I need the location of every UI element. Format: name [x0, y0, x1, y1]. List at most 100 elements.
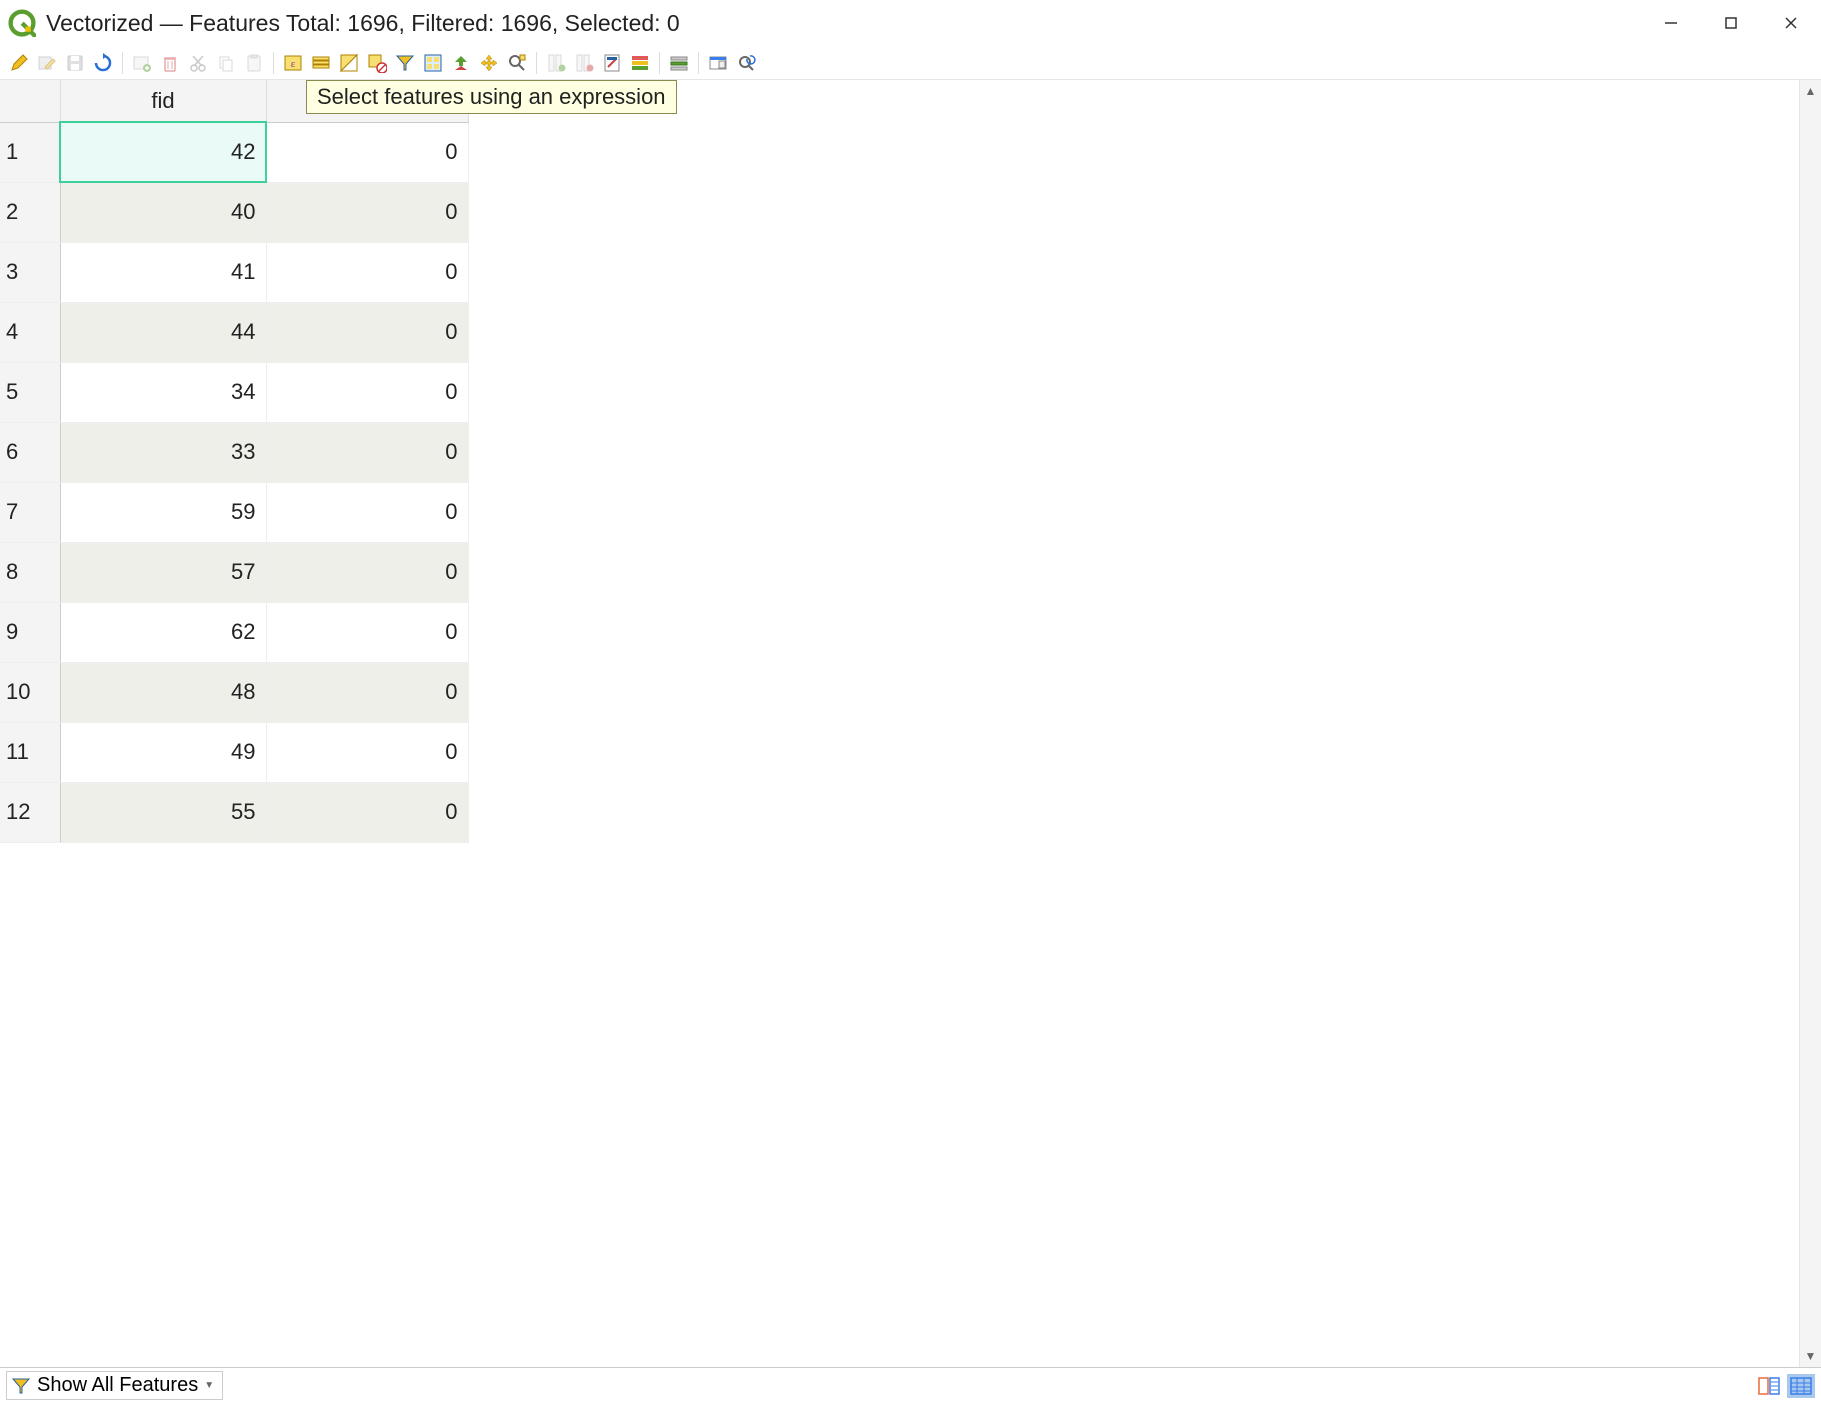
cell-dn[interactable]: 0 — [266, 542, 468, 602]
qgis-icon — [8, 9, 36, 37]
row-number-cell[interactable]: 12 — [0, 782, 60, 842]
cell-dn[interactable]: 0 — [266, 182, 468, 242]
cell-dn[interactable]: 0 — [266, 302, 468, 362]
maximize-button[interactable] — [1701, 0, 1761, 46]
save-icon — [62, 50, 88, 76]
cell-fid[interactable]: 34 — [60, 362, 266, 422]
scroll-down-icon[interactable]: ▼ — [1802, 1347, 1820, 1365]
toolbar: ε — [0, 46, 1821, 80]
row-number-cell[interactable]: 2 — [0, 182, 60, 242]
toolbar-separator — [659, 52, 660, 74]
titlebar: Vectorized — Features Total: 1696, Filte… — [0, 0, 1821, 46]
minimize-button[interactable] — [1641, 0, 1701, 46]
toolbar-separator — [273, 52, 274, 74]
cell-fid[interactable]: 59 — [60, 482, 266, 542]
cell-dn[interactable]: 0 — [266, 422, 468, 482]
row-number-cell[interactable]: 1 — [0, 122, 60, 182]
cell-dn[interactable]: 0 — [266, 362, 468, 422]
table-row[interactable]: 6330 — [0, 422, 468, 482]
header-fid[interactable]: fid — [60, 80, 266, 122]
row-number-cell[interactable]: 6 — [0, 422, 60, 482]
cell-fid[interactable]: 41 — [60, 242, 266, 302]
reload-layer-icon[interactable] — [733, 50, 759, 76]
cell-fid[interactable]: 44 — [60, 302, 266, 362]
conditional-format-icon[interactable] — [627, 50, 653, 76]
funnel-icon — [11, 1376, 31, 1396]
dock-icon[interactable] — [705, 50, 731, 76]
cell-dn[interactable]: 0 — [266, 662, 468, 722]
attribute-table[interactable]: fid DN 142024003410444053406330759085709… — [0, 80, 469, 843]
filter-icon[interactable] — [392, 50, 418, 76]
select-expression-icon[interactable]: ε — [280, 50, 306, 76]
toolbar-separator — [122, 52, 123, 74]
toolbar-separator — [698, 52, 699, 74]
cell-fid[interactable]: 57 — [60, 542, 266, 602]
vertical-scrollbar[interactable]: ▲ ▼ — [1799, 80, 1821, 1367]
cell-dn[interactable]: 0 — [266, 722, 468, 782]
pan-to-icon[interactable] — [476, 50, 502, 76]
row-number-cell[interactable]: 4 — [0, 302, 60, 362]
table-row[interactable]: 4440 — [0, 302, 468, 362]
table-row[interactable]: 7590 — [0, 482, 468, 542]
row-number-cell[interactable]: 8 — [0, 542, 60, 602]
cell-dn[interactable]: 0 — [266, 602, 468, 662]
paste-icon — [241, 50, 267, 76]
deselect-icon[interactable] — [364, 50, 390, 76]
header-rownum[interactable] — [0, 80, 60, 122]
table-row[interactable]: 12550 — [0, 782, 468, 842]
row-number-cell[interactable]: 11 — [0, 722, 60, 782]
statusbar: Show All Features ▼ — [0, 1367, 1821, 1403]
table-row[interactable]: 3410 — [0, 242, 468, 302]
table-row[interactable]: 5340 — [0, 362, 468, 422]
table-row[interactable]: 1420 — [0, 122, 468, 182]
delete-column-icon — [571, 50, 597, 76]
row-number-cell[interactable]: 5 — [0, 362, 60, 422]
table-row[interactable]: 2400 — [0, 182, 468, 242]
table-view-button[interactable] — [1787, 1374, 1815, 1398]
select-all-icon[interactable] — [308, 50, 334, 76]
table-row[interactable]: 8570 — [0, 542, 468, 602]
filter-mode-button[interactable]: Show All Features ▼ — [6, 1371, 223, 1400]
add-feature-icon — [129, 50, 155, 76]
dropdown-arrow-icon: ▼ — [204, 1380, 214, 1391]
table-row[interactable]: 11490 — [0, 722, 468, 782]
row-number-cell[interactable]: 9 — [0, 602, 60, 662]
cell-fid[interactable]: 55 — [60, 782, 266, 842]
zoom-to-icon[interactable] — [504, 50, 530, 76]
cell-fid[interactable]: 33 — [60, 422, 266, 482]
window-controls — [1641, 0, 1821, 46]
pencil-icon[interactable] — [6, 50, 32, 76]
field-calc-icon[interactable] — [599, 50, 625, 76]
cell-fid[interactable]: 49 — [60, 722, 266, 782]
cell-fid[interactable]: 62 — [60, 602, 266, 662]
table-row[interactable]: 10480 — [0, 662, 468, 722]
new-column-icon — [543, 50, 569, 76]
close-button[interactable] — [1761, 0, 1821, 46]
form-view-button[interactable] — [1755, 1374, 1783, 1398]
toolbar-separator — [536, 52, 537, 74]
select-value-icon[interactable] — [420, 50, 446, 76]
table-row[interactable]: 9620 — [0, 602, 468, 662]
row-number-cell[interactable]: 10 — [0, 662, 60, 722]
cell-dn[interactable]: 0 — [266, 242, 468, 302]
svg-text:ε: ε — [291, 58, 296, 70]
row-number-cell[interactable]: 7 — [0, 482, 60, 542]
filter-mode-label: Show All Features — [37, 1374, 198, 1397]
tooltip: Select features using an expression — [306, 80, 677, 114]
invert-selection-icon[interactable] — [336, 50, 362, 76]
actions-icon[interactable] — [666, 50, 692, 76]
cell-fid[interactable]: 42 — [60, 122, 266, 182]
row-number-cell[interactable]: 3 — [0, 242, 60, 302]
cell-dn[interactable]: 0 — [266, 482, 468, 542]
reload-icon[interactable] — [90, 50, 116, 76]
delete-icon — [157, 50, 183, 76]
scroll-up-icon[interactable]: ▲ — [1802, 82, 1820, 100]
copy-icon — [213, 50, 239, 76]
multi-edit-icon — [34, 50, 60, 76]
cell-dn[interactable]: 0 — [266, 782, 468, 842]
move-top-icon[interactable] — [448, 50, 474, 76]
cell-fid[interactable]: 48 — [60, 662, 266, 722]
cell-dn[interactable]: 0 — [266, 122, 468, 182]
cell-fid[interactable]: 40 — [60, 182, 266, 242]
cut-icon — [185, 50, 211, 76]
